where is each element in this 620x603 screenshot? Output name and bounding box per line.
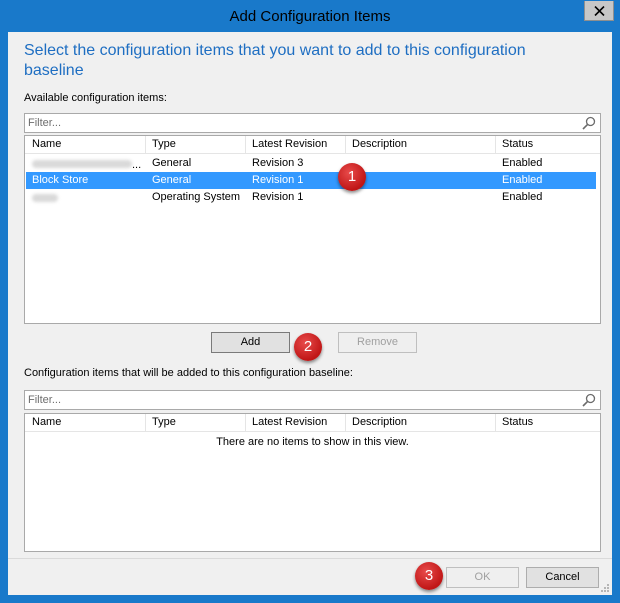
empty-list-message: There are no items to show in this view. <box>216 436 409 448</box>
cell-description <box>346 189 496 206</box>
footer-divider <box>8 558 612 559</box>
cell-status: Enabled <box>502 191 543 203</box>
cell-revision: Revision 1 <box>252 174 304 186</box>
selected-filter-field[interactable] <box>24 390 601 410</box>
selected-list-header: Name Type Latest Revision Description St… <box>25 414 600 432</box>
column-header-latest-revision[interactable]: Latest Revision <box>246 414 346 431</box>
available-list-header: Name Type Latest Revision Description St… <box>25 136 600 154</box>
window-title: Add Configuration Items <box>229 8 391 25</box>
table-row[interactable]: Operating System Revision 1 Enabled <box>26 189 596 206</box>
cell-description <box>346 155 496 172</box>
close-icon <box>594 6 605 16</box>
column-header-type[interactable]: Type <box>146 414 246 431</box>
column-header-type[interactable]: Type <box>146 136 246 153</box>
step-badge-1: 1 <box>338 163 366 191</box>
column-header-name[interactable]: Name <box>26 414 146 431</box>
cell-description <box>346 172 496 189</box>
column-header-status[interactable]: Status <box>496 414 596 431</box>
column-header-description[interactable]: Description <box>346 136 496 153</box>
search-icon[interactable] <box>582 116 596 130</box>
table-row[interactable]: ... General Revision 3 Enabled <box>26 155 596 172</box>
selected-items-label: Configuration items that will be added t… <box>24 367 353 379</box>
selected-filter-input[interactable] <box>28 393 548 407</box>
selected-items-list[interactable]: Name Type Latest Revision Description St… <box>24 413 601 552</box>
cell-type: General <box>152 174 192 186</box>
available-items-label: Available configuration items: <box>24 92 167 104</box>
column-header-status[interactable]: Status <box>496 136 596 153</box>
table-row-selected[interactable]: Block Store General Revision 1 Enabled <box>26 172 596 189</box>
add-button[interactable]: Add <box>211 332 290 353</box>
name-suffix: ... <box>132 159 142 171</box>
resize-grip-icon[interactable] <box>600 583 610 593</box>
cell-name: Block Store <box>32 174 89 186</box>
cell-name <box>26 189 146 206</box>
column-header-name[interactable]: Name <box>26 136 146 153</box>
step-badge-3: 3 <box>415 562 443 590</box>
ok-button[interactable]: OK <box>446 567 519 588</box>
remove-button[interactable]: Remove <box>338 332 417 353</box>
available-filter-input[interactable] <box>28 116 548 130</box>
dialog-window: Add Configuration Items Select the confi… <box>0 0 620 603</box>
cell-revision: Revision 3 <box>252 157 304 169</box>
cell-revision: Revision 1 <box>252 191 304 203</box>
step-badge-2: 2 <box>294 333 322 361</box>
cancel-button[interactable]: Cancel <box>526 567 599 588</box>
cell-name: ... <box>26 155 146 172</box>
column-header-latest-revision[interactable]: Latest Revision <box>246 136 346 153</box>
cell-status: Enabled <box>502 174 543 186</box>
cell-status: Enabled <box>502 157 543 169</box>
cell-type: General <box>152 157 192 169</box>
redacted-name <box>32 194 58 202</box>
redacted-name <box>32 160 132 168</box>
cell-type: Operating System <box>152 191 241 203</box>
title-bar[interactable]: Add Configuration Items <box>1 1 619 32</box>
available-items-list[interactable]: Name Type Latest Revision Description St… <box>24 135 601 324</box>
available-filter-field[interactable] <box>24 113 601 133</box>
search-icon[interactable] <box>582 393 596 407</box>
column-header-description[interactable]: Description <box>346 414 496 431</box>
dialog-body: Select the configuration items that you … <box>8 32 612 595</box>
close-button[interactable] <box>584 1 614 21</box>
page-heading: Select the configuration items that you … <box>24 42 526 79</box>
